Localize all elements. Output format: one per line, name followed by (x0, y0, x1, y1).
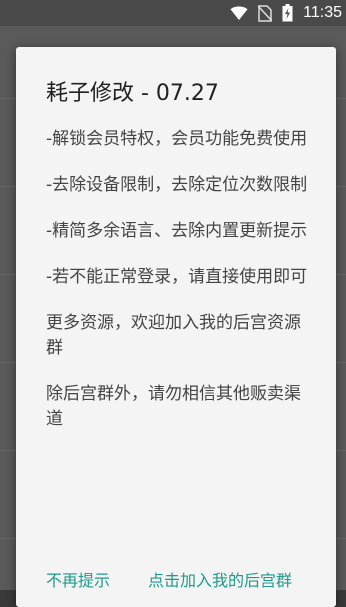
join-group-button[interactable]: 点击加入我的后宫群 (148, 567, 292, 591)
no-sim-icon (258, 4, 273, 22)
status-clock: 11:35 (303, 4, 342, 21)
announcement-dialog: 耗子修改 - 07.27 -解锁会员特权，会员功能免费使用 -去除设备限制，去除… (16, 47, 336, 607)
battery-charging-icon (282, 4, 293, 22)
dialog-title: 耗子修改 - 07.27 (46, 81, 219, 106)
message-line: -精简多余语言、去除内置更新提示 (46, 221, 308, 241)
status-bar: 11:35 (0, 0, 346, 26)
message-line: 更多资源，欢迎加入我的后宫资源群 (46, 313, 301, 358)
dialog-message: -解锁会员特权，会员功能免费使用 -去除设备限制，去除定位次数限制 -精简多余语… (46, 127, 308, 453)
dont-show-again-button[interactable]: 不再提示 (46, 567, 110, 591)
message-line: -解锁会员特权，会员功能免费使用 (46, 129, 308, 149)
message-line: -去除设备限制，去除定位次数限制 (46, 175, 308, 195)
status-icons: 11:35 (230, 2, 342, 24)
message-line: 除后宫群外，请勿相信其他贩卖渠道 (46, 384, 301, 429)
message-line: -若不能正常登录，请直接使用即可 (46, 267, 308, 287)
wifi-icon (230, 5, 248, 21)
dialog-actions: 不再提示 点击加入我的后宫群 (46, 567, 336, 591)
